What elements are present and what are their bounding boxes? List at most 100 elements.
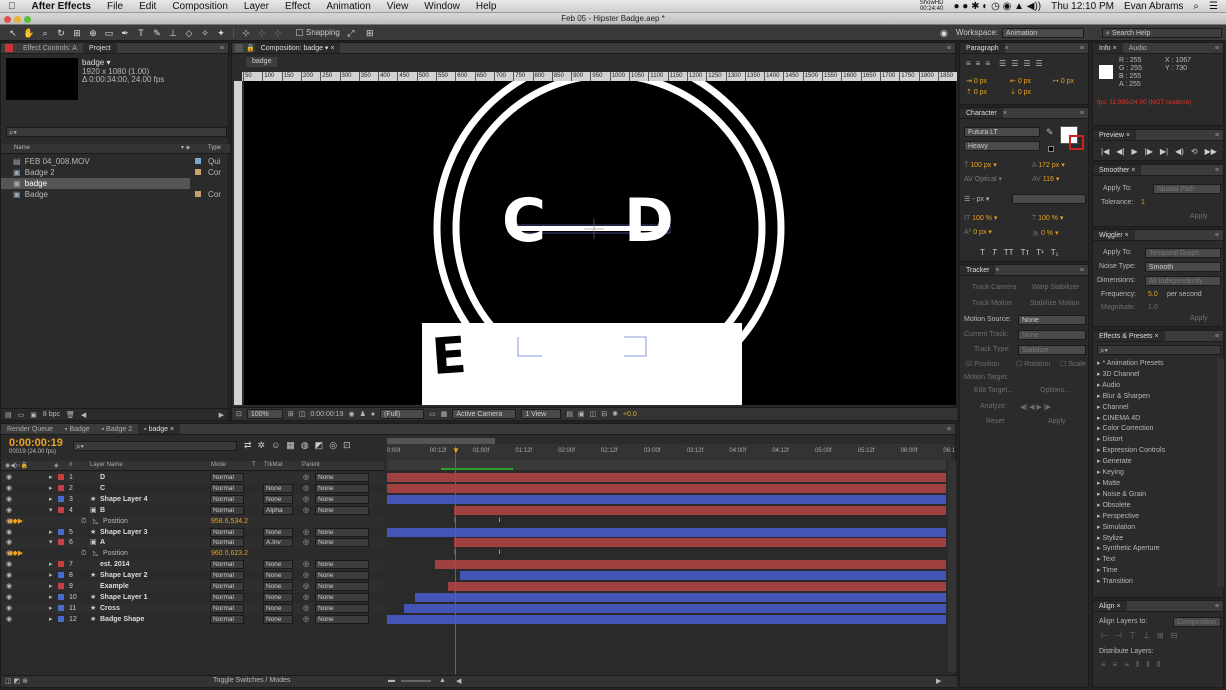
panel-menu-icon[interactable]: ≡ — [1215, 45, 1219, 52]
selection-tool-icon[interactable]: ↖ — [6, 27, 20, 39]
pickwhip-icon[interactable]: ◎ — [303, 537, 309, 548]
menu-animation[interactable]: Animation — [318, 1, 378, 12]
menu-help[interactable]: Help — [468, 1, 505, 12]
align-right-icon[interactable]: ≡ — [985, 59, 990, 68]
list-icon[interactable]: ☰ — [1209, 1, 1218, 12]
layer-row[interactable]: ◉ ▸ 12 ★ Badge Shape Normal None ◎ None — [1, 613, 384, 625]
timeline-bottom-icons[interactable]: ◫ ◩ ⊕ — [5, 677, 28, 685]
exposure-value[interactable]: +0.0 — [623, 411, 637, 418]
parent-select[interactable]: None — [315, 571, 369, 581]
draft-3d-icon[interactable]: ✲ — [258, 440, 266, 451]
clock[interactable]: Thu 12:10 PM — [1051, 1, 1114, 12]
apple-icon[interactable]:  — [0, 1, 24, 12]
project-item-name[interactable]: badge ▾ — [82, 58, 110, 67]
layer-row[interactable]: ◉ ▸ 2 C Normal None ◎ None — [1, 482, 384, 494]
roto-tool-icon[interactable]: ✧ — [198, 27, 212, 39]
pickwhip-icon[interactable]: ◎ — [303, 472, 309, 483]
panel-menu-icon[interactable]: ≡ — [947, 45, 951, 52]
showhd-indicator[interactable]: ShowHD 00:24:40 — [920, 0, 944, 12]
tab-tracker[interactable]: Tracker — [960, 265, 996, 275]
fast-previews-icon[interactable]: ▣ — [578, 410, 585, 418]
panel-menu-icon[interactable]: ≡ — [1080, 267, 1084, 274]
parent-select[interactable]: None — [315, 603, 369, 613]
layer-duration-bar[interactable] — [454, 505, 946, 515]
subscript-icon[interactable]: T₁ — [1051, 248, 1059, 257]
layer-name[interactable]: Cross — [100, 603, 120, 614]
status-icons[interactable]: ● ● ✱ ◐ ◷ ◉ ▲ ◀)) — [953, 1, 1041, 12]
tab-paragraph[interactable]: Paragraph — [960, 43, 1005, 53]
visibility-icon[interactable]: ◉ — [6, 494, 12, 505]
space-before-field[interactable]: ⇡ 0 px — [966, 88, 987, 96]
tab-composition[interactable]: Composition: badge ▾ × — [254, 43, 341, 53]
effects-category[interactable]: ▸ Color Correction — [1097, 424, 1215, 435]
justify-all-icon[interactable]: ☰ — [1036, 59, 1043, 68]
view-layout-select[interactable]: 1 View — [521, 409, 562, 419]
layer-mode-select[interactable]: Normal — [210, 614, 244, 624]
layer-name-header[interactable]: Layer Name — [90, 462, 123, 468]
layer-duration-bar[interactable] — [387, 473, 946, 482]
apply-button[interactable]: Apply — [1048, 418, 1066, 425]
tolerance-field[interactable]: 1 — [1141, 199, 1145, 206]
layer-mode-select[interactable]: Normal — [210, 592, 244, 602]
visibility-icon[interactable]: ◉ — [6, 537, 12, 548]
align-center-icon[interactable]: ≡ — [976, 59, 981, 68]
time-ruler[interactable]: 0:00f 00:12f 01:00f 01:12f 02:00f 02:12f 03:00… — [387, 444, 955, 460]
search-help-input[interactable]: ⌕ Search Help — [1102, 27, 1222, 38]
expand-twirl-icon[interactable]: ▸ — [49, 494, 53, 505]
label-color-swatch[interactable] — [58, 604, 64, 611]
effects-category[interactable]: ▸ Time — [1097, 566, 1215, 577]
label-color-swatch[interactable] — [58, 539, 64, 546]
next-frame-icon[interactable]: |▶ — [1145, 147, 1153, 156]
zoom-out-time-icon[interactable]: ▬ — [388, 677, 395, 684]
effects-category[interactable]: ▸ Simulation — [1097, 523, 1215, 534]
zoom-tool-icon[interactable]: ⌕ — [38, 27, 52, 39]
expand-twirl-icon[interactable]: ▸ — [49, 570, 53, 581]
horizontal-scale-field[interactable]: T 100 % ▾ — [1032, 214, 1063, 222]
parent-select[interactable]: None — [315, 505, 369, 515]
effects-category[interactable]: ▸ Generate — [1097, 457, 1215, 468]
pickwhip-icon[interactable]: ◎ — [303, 505, 309, 516]
options-button[interactable]: Options... — [1040, 387, 1070, 394]
project-item-selected[interactable]: ▣ badge Cor — [1, 178, 190, 189]
indent-left-field[interactable]: ⇥ 0 px — [966, 77, 987, 85]
layer-duration-bar[interactable] — [387, 527, 946, 537]
trkmat-select[interactable]: None — [263, 603, 293, 613]
layer-name[interactable]: Shape Layer 2 — [100, 570, 147, 581]
col-name[interactable]: Name — [14, 145, 30, 151]
layer-row[interactable]: ◉ ▾ 6 ▣ A Normal A.Inv ◎ None — [1, 537, 384, 549]
effects-category[interactable]: ▸ Channel — [1097, 403, 1215, 414]
layer-name[interactable]: C — [100, 483, 105, 494]
tab-preview[interactable]: Preview × — [1093, 130, 1136, 140]
layer-row[interactable]: ◉ ▸ 8 ★ Shape Layer 2 Normal None ◎ None — [1, 570, 384, 582]
layer-name[interactable]: Shape Layer 1 — [100, 592, 147, 603]
graph-icon[interactable]: ◺ — [93, 516, 98, 527]
expand-twirl-icon[interactable]: ▸ — [49, 559, 53, 570]
faux-italic-icon[interactable]: T — [992, 248, 997, 257]
timeline-hscroll-right-icon[interactable]: ▶ — [936, 677, 941, 685]
safe-zones-icon[interactable]: ⊞ — [288, 410, 294, 418]
effects-category[interactable]: ▸ 3D Channel — [1097, 370, 1215, 381]
current-time-display[interactable]: 0:00:00:19 — [310, 411, 343, 418]
warp-stabilizer-button[interactable]: Warp Stabilizer — [1032, 284, 1079, 291]
effects-category[interactable]: ▸ Audio — [1097, 381, 1215, 392]
align-left-icon[interactable]: ≡ — [966, 59, 971, 68]
panel-menu-icon[interactable]: ≡ — [947, 426, 951, 433]
smoother-apply-button[interactable]: Apply — [1190, 213, 1208, 220]
audio-icon[interactable]: ◀) — [1175, 147, 1184, 156]
eraser-tool-icon[interactable]: ◇ — [182, 27, 196, 39]
timeline-search-input[interactable]: ⌕▾ — [73, 441, 237, 451]
layer-duration-bar[interactable] — [448, 582, 946, 591]
vertical-scale-field[interactable]: IT 100 % ▾ — [964, 214, 997, 222]
type-tool-icon[interactable]: T — [134, 27, 148, 39]
visibility-icon[interactable]: ◉ — [6, 614, 12, 625]
camera-icon[interactable]: ◉ — [937, 27, 951, 39]
tab-badge-2[interactable]: ▪ Badge 2 — [96, 424, 139, 434]
timeline-timecode[interactable]: 0:00:00:19 — [9, 437, 63, 449]
label-color-swatch[interactable] — [58, 506, 64, 513]
current-time-indicator[interactable] — [455, 446, 456, 674]
layer-row[interactable]: ◉ ▸ 7 est. 2014 Normal None ◎ None — [1, 559, 384, 571]
tab-audio[interactable]: Audio — [1123, 43, 1153, 53]
graph-icon[interactable]: ◺ — [93, 548, 98, 559]
trkmat-select[interactable]: None — [263, 614, 293, 624]
tab-wiggler[interactable]: Wiggler × — [1093, 230, 1135, 240]
